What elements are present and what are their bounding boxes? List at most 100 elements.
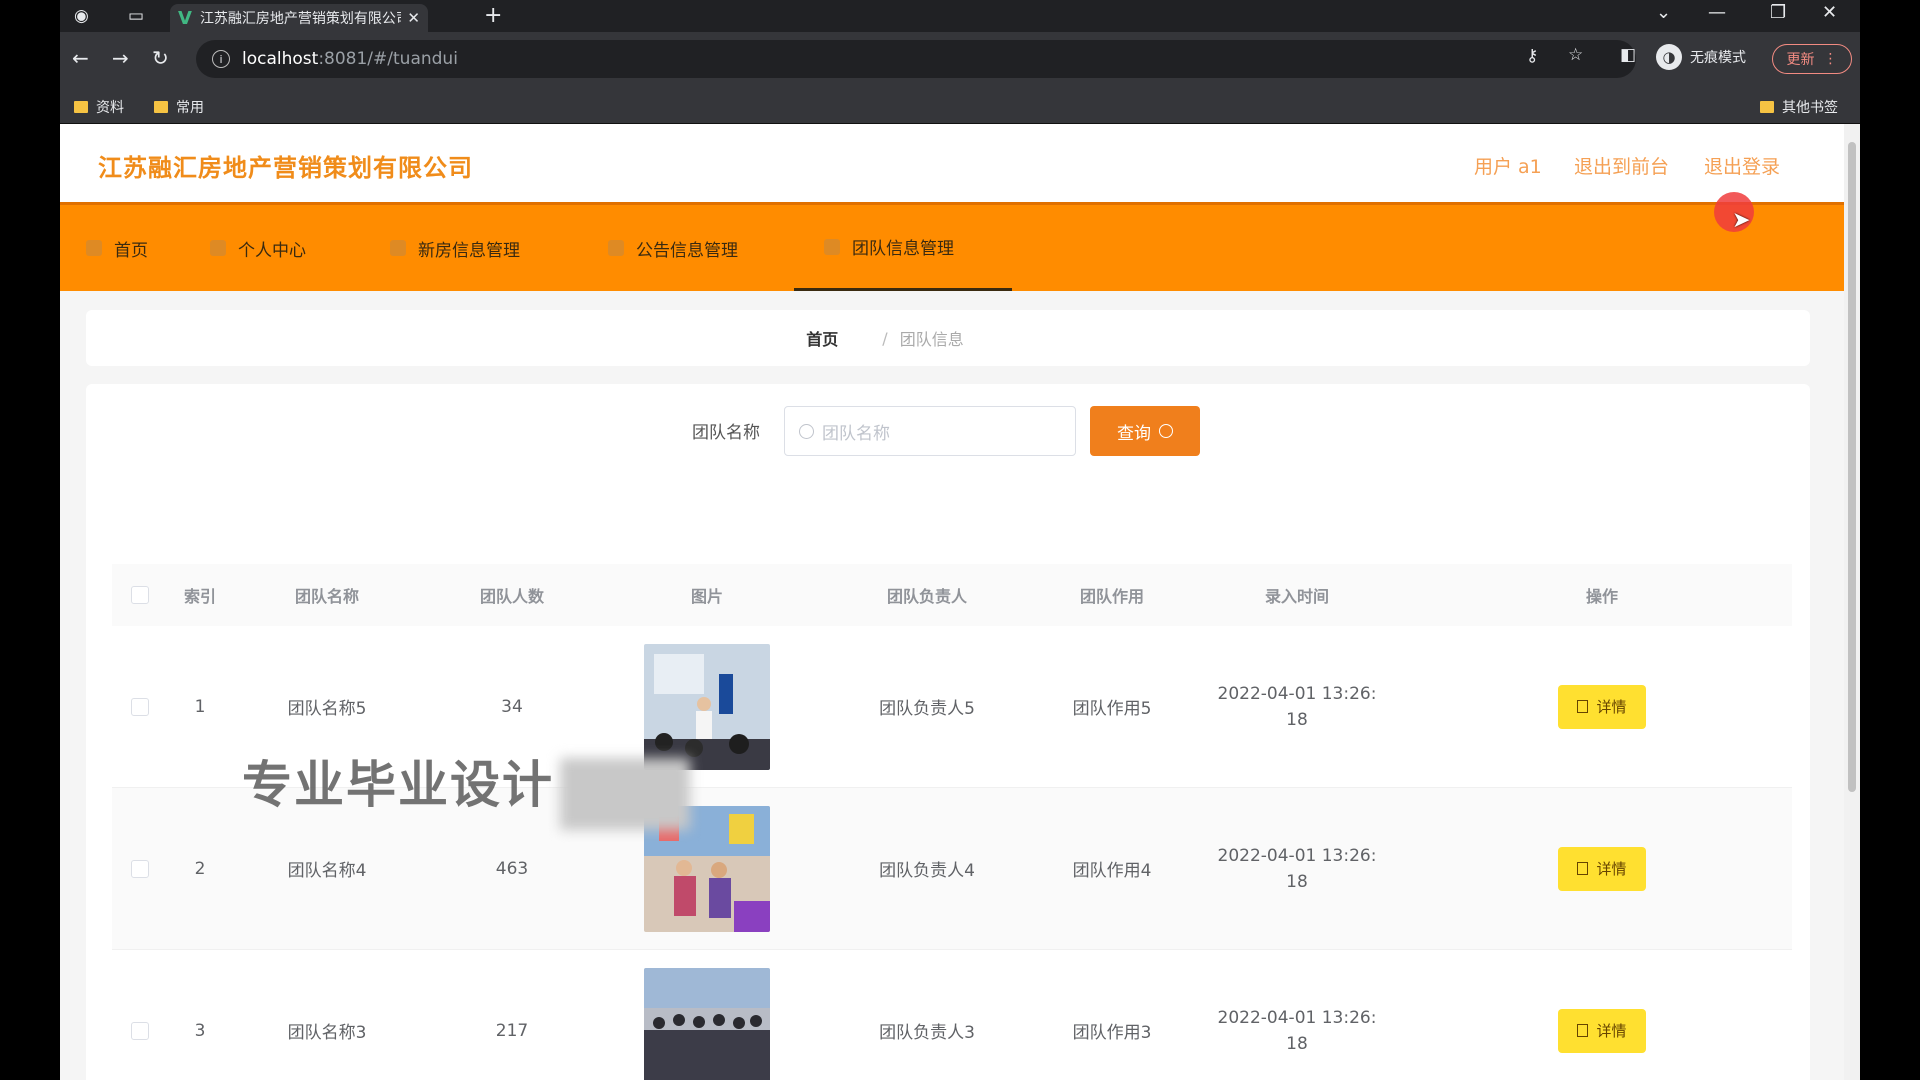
search-placeholder: 团队名称 [822,423,890,444]
forward-icon[interactable]: → [112,46,129,70]
cell-leader: 团队负责人5 [879,699,975,719]
search-input[interactable]: 团队名称 [784,406,1076,456]
row-checkbox[interactable] [131,1021,149,1040]
site-info-icon[interactable]: i [212,50,230,68]
team-icon [824,238,840,255]
site-brand[interactable]: 江苏融汇房地产营销策划有限公司 [98,148,473,183]
cell-time: 2022-04-01 13:26: 18 [1182,684,1412,730]
detail-button[interactable]: 详情 [1558,1008,1646,1053]
tab-search-icon[interactable]: ▭ [128,6,144,26]
col-image: 图片 [690,587,723,606]
menu-label: 团队信息管理 [852,239,954,259]
search-icon [1159,424,1173,438]
bookmark-star-icon[interactable]: ☆ [1568,45,1583,65]
breadcrumb-separator: / [882,328,888,348]
browser-window: ◉ ▭ V 江苏融汇房地产营销策划有限公司 ✕ + ⌄ — ❐ ✕ ← → ↻ … [60,0,1860,1080]
col-time: 录入时间 [1264,587,1329,606]
time-date: 2022-04-01 13:26: [1217,683,1377,704]
page-viewport: 江苏融汇房地产营销策划有限公司 用户 a1 退出到前台 退出登录 首页 个人中心… [60,124,1844,1080]
cell-leader: 团队负责人4 [879,861,975,881]
folder-icon [1760,101,1774,113]
menu-label: 个人中心 [238,240,306,261]
select-all-checkbox[interactable] [131,586,149,604]
close-window-icon[interactable]: ✕ [1822,2,1837,23]
team-table: 索引 团队名称 团队人数 图片 团队负责人 团队作用 录入时间 操作 1 团队名… [112,564,1792,1080]
cell-name: 团队名称3 [287,1023,367,1043]
watermark-blur [560,758,690,830]
update-button[interactable]: 更新 ⋮ [1772,44,1852,74]
browser-tab[interactable]: V 江苏融汇房地产营销策划有限公司 ✕ [170,4,428,32]
time-seconds: 18 [1286,871,1308,892]
other-bookmarks[interactable]: 其他书签 [1760,97,1838,117]
incognito-label: 无痕模式 [1690,50,1746,66]
cell-time: 2022-04-01 13:26: 18 [1182,846,1412,892]
content-panel: 团队名称 团队名称 查询 索引 团队名称 团队人数 图片 团队负责人 团队作用 … [86,384,1810,1080]
detail-label: 详情 [1596,860,1627,878]
search-label: 团队名称 [692,423,760,443]
close-tab-icon[interactable]: ✕ [407,9,420,27]
cell-index: 1 [194,696,206,717]
site-header: 江苏融汇房地产营销策划有限公司 用户 a1 退出到前台 退出登录 [60,124,1844,202]
team-photo [644,967,770,1080]
vue-favicon-icon: V [178,7,192,29]
detail-label: 详情 [1596,698,1627,716]
menu-item-notice[interactable]: 公告信息管理 [608,205,738,291]
key-icon[interactable]: ⚷ [1526,46,1538,66]
menu-item-team[interactable]: 团队信息管理 [794,205,1012,291]
menu-item-profile[interactable]: 个人中心 [210,205,306,291]
restore-icon[interactable]: ❐ [1770,2,1786,23]
detail-button[interactable]: 详情 [1558,684,1646,729]
incognito-indicator[interactable]: ◑ 无痕模式 [1656,44,1746,70]
scrollbar-thumb[interactable] [1848,142,1856,792]
row-checkbox[interactable] [131,697,149,716]
new-tab-icon[interactable]: + [484,3,502,28]
cell-name: 团队名称4 [287,861,367,881]
logout-link[interactable]: 退出登录 [1704,152,1780,179]
browser-toolbar: ← → ↻ i localhost :8081/#/tuandui ⚷ ☆ ◧ … [60,32,1860,88]
document-icon [1577,700,1589,713]
minimize-icon[interactable]: — [1708,2,1726,23]
back-to-front-link[interactable]: 退出到前台 [1574,152,1669,179]
document-icon [1577,1024,1589,1037]
megaphone-icon [608,240,624,256]
cell-name: 团队名称5 [287,699,367,719]
search-button[interactable]: 查询 [1090,406,1200,456]
menu-label: 首页 [114,240,148,261]
cell-count: 34 [501,696,523,717]
side-panel-icon[interactable]: ◧ [1620,45,1636,65]
page-scrollbar[interactable] [1844,124,1860,1080]
other-bookmarks-label: 其他书签 [1782,100,1838,116]
search-icon [799,423,814,439]
col-role: 团队作用 [1079,587,1144,606]
bookmark-folder-1[interactable]: 常用 [154,97,204,117]
col-index: 索引 [183,587,216,606]
reload-icon[interactable]: ↻ [152,46,169,70]
menu-item-new-house[interactable]: 新房信息管理 [390,205,520,291]
detail-button[interactable]: 详情 [1558,846,1646,891]
table-header: 索引 团队名称 团队人数 图片 团队负责人 团队作用 录入时间 操作 [112,564,1792,626]
cell-index: 3 [194,1020,206,1041]
tab-strip: ◉ ▭ V 江苏融汇房地产营销策划有限公司 ✕ + ⌄ — ❐ ✕ [60,0,1860,32]
incognito-icon: ◑ [1656,44,1682,70]
user-name: 用户 a1 [1474,156,1542,178]
search-button-label: 查询 [1117,423,1151,444]
cell-time: 2022-04-01 13:26: 18 [1182,1008,1412,1054]
cell-count: 463 [495,858,529,879]
menu-label: 公告信息管理 [636,240,738,261]
address-bar[interactable]: i localhost :8081/#/tuandui [196,40,1636,78]
bookmarks-bar: 资料 常用 其他书签 [60,88,1860,124]
cell-role: 团队作用3 [1072,1023,1152,1043]
bookmark-folder-0[interactable]: 资料 [74,97,124,117]
bookmark-label: 常用 [176,100,204,116]
tab-list-icon[interactable]: ⌄ [1656,2,1671,23]
breadcrumb-home[interactable]: 首页 [806,326,870,350]
detail-label: 详情 [1596,1022,1627,1040]
cell-count: 217 [495,1020,529,1041]
flag-icon [390,240,406,256]
globe-icon[interactable]: ◉ [74,6,89,26]
time-date: 2022-04-01 13:26: [1217,1007,1377,1028]
menu-item-home[interactable]: 首页 [86,205,148,291]
home-icon [86,240,102,256]
row-checkbox[interactable] [131,859,149,878]
back-icon[interactable]: ← [72,46,89,70]
